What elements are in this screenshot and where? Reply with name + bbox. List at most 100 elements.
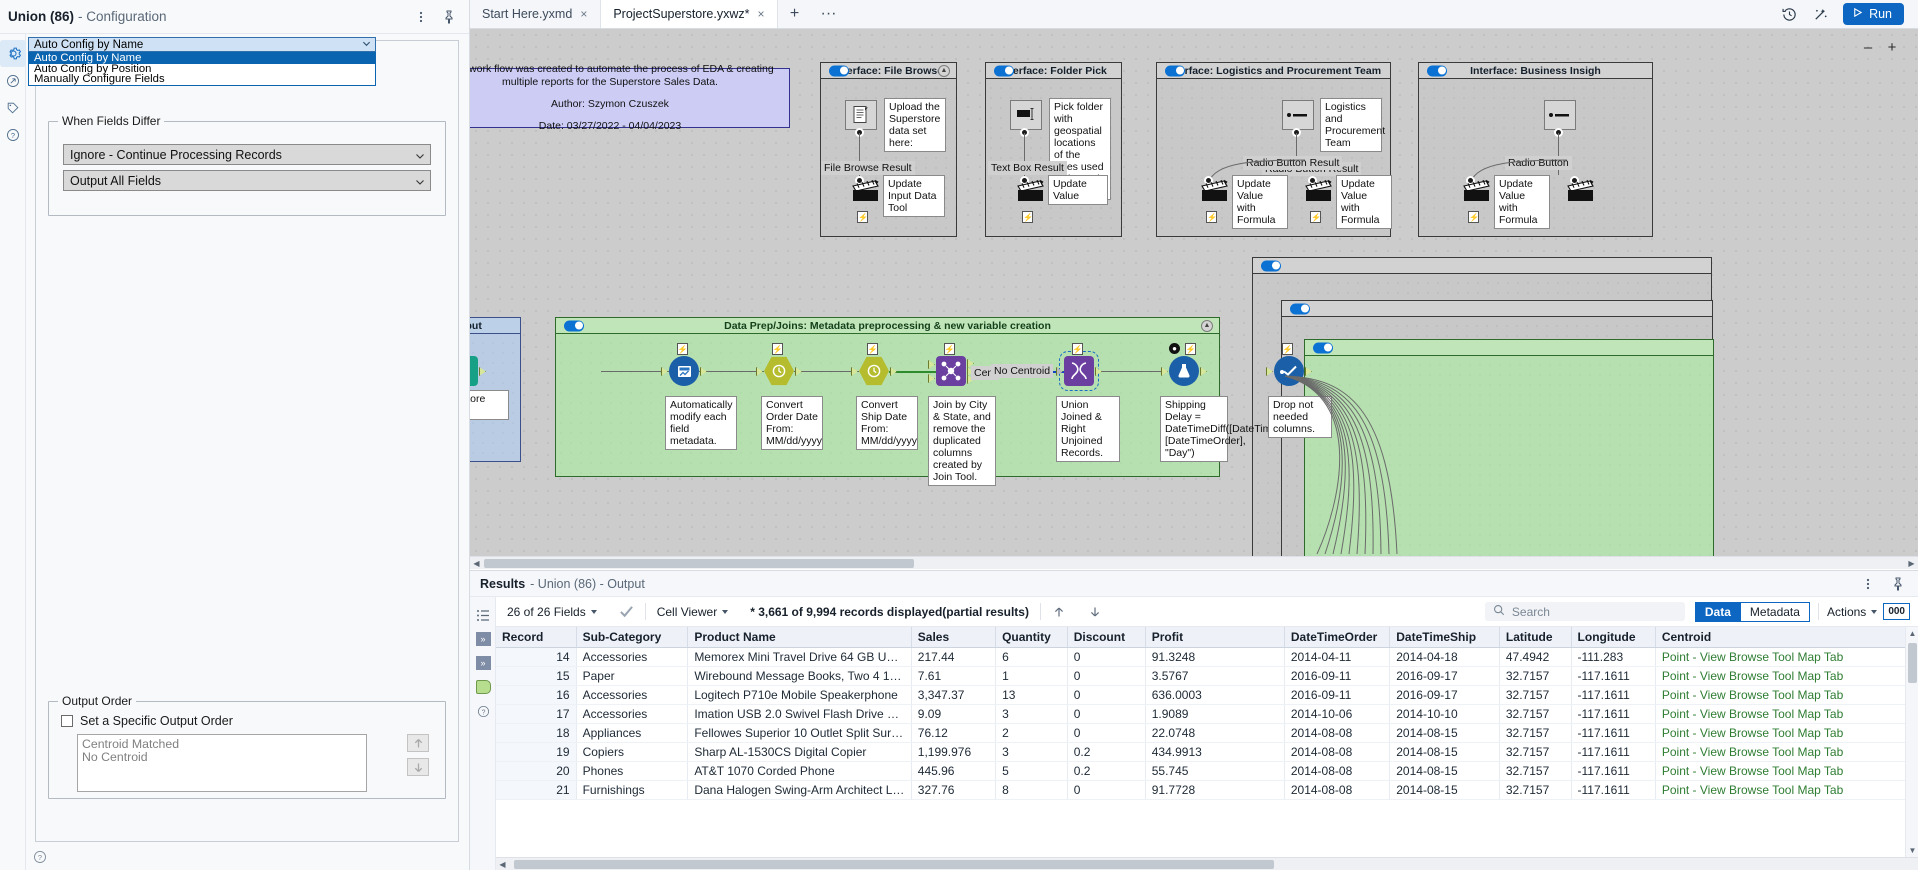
union-tool[interactable]: ⚡ [1056, 343, 1102, 391]
grid-vertical-scrollbar[interactable]: ▲ ▼ [1905, 627, 1918, 857]
cell-sub-category[interactable]: Accessories [576, 647, 689, 667]
data-prep-note-7[interactable]: Drop not needed columns. [1268, 396, 1332, 438]
action-tool-icon[interactable] [849, 177, 883, 205]
cell-product-name[interactable]: Logitech P710e Mobile Speakerphone [687, 685, 912, 705]
container-header[interactable]: Interface: Logistics and Procurement Tea… [1157, 63, 1390, 79]
dropdown-option-0[interactable]: Auto Config by Name [29, 53, 375, 64]
output-icon[interactable] [0, 67, 26, 94]
col-latitude[interactable]: Latitude [1499, 627, 1572, 648]
check-icon[interactable] [608, 605, 645, 618]
cell-quantity[interactable]: 1 [995, 666, 1068, 686]
container-outer-3[interactable] [1304, 339, 1714, 569]
cell-centroid[interactable]: Point - View Browse Tool Map Tab [1655, 685, 1918, 705]
tab-data[interactable]: Data [1694, 601, 1741, 622]
table-row[interactable]: 19 Copiers Sharp AL-1530CS Digital Copier 1… [496, 742, 1918, 762]
table-row[interactable]: 15 Paper Wirebound Message Books, Two 4 1/… [496, 666, 1918, 686]
container-toggle[interactable] [1261, 260, 1281, 271]
cell-centroid[interactable]: Point - View Browse Tool Map Tab [1655, 666, 1918, 686]
input-port[interactable] [661, 367, 668, 376]
canvas-minimize-button[interactable]: – [1860, 39, 1876, 56]
more-options-icon[interactable] [1860, 576, 1876, 592]
input-port[interactable] [756, 367, 763, 376]
container-business-insight[interactable]: Interface: Business Insigh Radio Button … [1418, 62, 1653, 237]
cell-profit[interactable]: 1.9089 [1145, 704, 1285, 724]
cell-datetimeorder[interactable]: 2014-04-11 [1284, 647, 1391, 667]
data-prep-note-4[interactable]: Join by City & State, and remove the dup… [928, 396, 996, 486]
cell-discount[interactable]: 0.2 [1067, 761, 1146, 781]
cell-datetimeship[interactable]: 2014-08-15 [1389, 780, 1500, 800]
container-toggle[interactable] [1427, 65, 1447, 76]
cell-quantity[interactable]: 3 [995, 742, 1068, 762]
logistics-action-note-2[interactable]: Update Value with Formula [1336, 175, 1392, 229]
cell-centroid[interactable]: Point - View Browse Tool Map Tab [1655, 704, 1918, 724]
action-tool-icon-right-2[interactable] [1564, 177, 1598, 205]
data-prep-note-1[interactable]: Automatically modify each field metadata… [665, 396, 737, 450]
scrollbar-thumb-v[interactable] [1908, 643, 1917, 683]
cell-discount[interactable]: 0 [1067, 685, 1146, 705]
cell-record[interactable]: 19 [496, 742, 577, 762]
scroll-left-arrow[interactable]: ◀ [470, 557, 483, 570]
col-sales[interactable]: Sales [911, 627, 997, 648]
output-port[interactable] [700, 367, 707, 376]
cell-discount[interactable]: 0.2 [1067, 742, 1146, 762]
cell-profit[interactable]: 91.7728 [1145, 780, 1285, 800]
cell-record[interactable]: 17 [496, 704, 577, 724]
cell-quantity[interactable]: 13 [995, 685, 1068, 705]
cell-quantity[interactable]: 6 [995, 647, 1068, 667]
cell-sales[interactable]: 76.12 [911, 723, 997, 743]
cell-profit[interactable]: 91.3248 [1145, 647, 1285, 667]
collapse-icon[interactable]: ▲ [1201, 319, 1213, 332]
action-tool-icon-right[interactable] [1302, 177, 1336, 205]
cell-quantity[interactable]: 8 [995, 780, 1068, 800]
gear-icon[interactable] [0, 40, 26, 67]
cell-record[interactable]: 18 [496, 723, 577, 743]
set-output-order-checkbox[interactable]: Set a Specific Output Order [61, 714, 233, 728]
cell-viewer-selector[interactable]: Cell Viewer [646, 605, 739, 619]
output-port[interactable] [1095, 367, 1102, 376]
cell-longitude[interactable]: -111.283 [1571, 647, 1656, 667]
datetime-ship-tool[interactable]: ⚡ [851, 343, 897, 386]
container-input[interactable]: Input ⚡ Superstore data. [470, 317, 521, 462]
cell-sales[interactable]: 7.61 [911, 666, 997, 686]
output-port[interactable] [795, 367, 802, 376]
action-tool-icon-left-2[interactable] [1460, 177, 1494, 205]
cell-latitude[interactable]: 47.4942 [1499, 647, 1572, 667]
list-icon[interactable] [470, 603, 496, 627]
cell-latitude[interactable]: 32.7157 [1499, 666, 1572, 686]
cell-sales[interactable]: 327.76 [911, 780, 997, 800]
container-toggle[interactable] [1313, 342, 1333, 353]
cell-longitude[interactable]: -117.1611 [1571, 723, 1656, 743]
table-row[interactable]: 21 Furnishings Dana Halogen Swing-Arm Arch… [496, 780, 1918, 800]
cell-record[interactable]: 21 [496, 780, 577, 800]
cell-profit[interactable]: 434.9913 [1145, 742, 1285, 762]
input-note[interactable]: Superstore data. [470, 390, 509, 420]
tab-start-here[interactable]: Start Here.yxmd × [470, 0, 600, 28]
cell-product-name[interactable]: Memorex Mini Travel Drive 64 GB USB 2.0 … [687, 647, 912, 667]
list-item[interactable]: No Centroid [82, 751, 366, 764]
action-tool-icon-left[interactable] [1198, 177, 1232, 205]
container-toggle[interactable] [1165, 65, 1185, 76]
cell-datetimeorder[interactable]: 2014-08-08 [1284, 723, 1391, 743]
cell-datetimeorder[interactable]: 2014-10-06 [1284, 704, 1391, 724]
close-icon[interactable]: × [580, 7, 587, 21]
cell-discount[interactable]: 0 [1067, 666, 1146, 686]
cell-sub-category[interactable]: Accessories [576, 685, 689, 705]
table-row[interactable]: 14 Accessories Memorex Mini Travel Drive 6… [496, 647, 1918, 667]
container-file-browse[interactable]: Interface: File Browse ▲ Upload the Supe… [820, 62, 957, 237]
collapse-icon[interactable]: ▲ [938, 64, 950, 77]
scroll-right-arrow[interactable]: ▶ [1905, 557, 1918, 570]
container-header[interactable] [1282, 301, 1712, 317]
input-port[interactable] [1161, 367, 1168, 376]
cell-latitude[interactable]: 32.7157 [1499, 761, 1572, 781]
container-toggle[interactable] [1290, 303, 1310, 314]
status-help-icon[interactable]: ? [33, 850, 47, 864]
data-prep-note-3[interactable]: Convert Ship Date From: MM/dd/yyyy [856, 396, 918, 450]
magic-wand-icon[interactable] [1812, 6, 1829, 23]
table-row[interactable]: 16 Accessories Logitech P710e Mobile Speak… [496, 685, 1918, 705]
container-header[interactable] [1253, 258, 1711, 274]
cell-quantity[interactable]: 3 [995, 704, 1068, 724]
cell-centroid[interactable]: Point - View Browse Tool Map Tab [1655, 761, 1918, 781]
more-options-icon[interactable] [413, 9, 429, 25]
col-product-name[interactable]: Product Name [687, 627, 912, 648]
config-mode-dropdown-list[interactable]: Auto Config by Name Auto Config by Posit… [28, 52, 376, 86]
